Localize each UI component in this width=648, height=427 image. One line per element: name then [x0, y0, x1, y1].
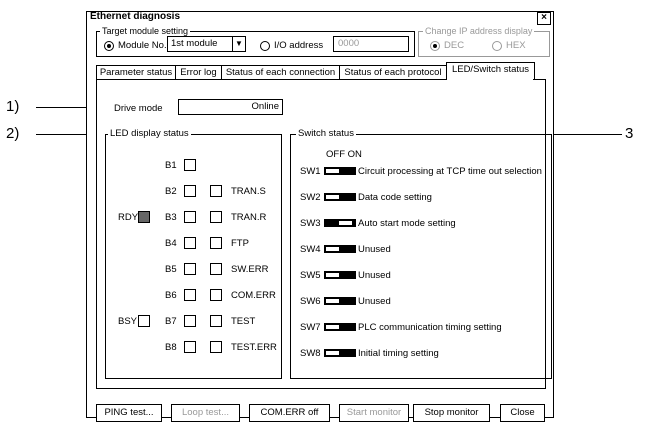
- led-row-b3-name: B3: [165, 212, 177, 223]
- module-no-radio[interactable]: [104, 41, 114, 51]
- close-button[interactable]: Close: [500, 404, 545, 422]
- led-row-b7-name: B7: [165, 316, 177, 327]
- led-row-b3-label: TRAN.R: [231, 212, 267, 223]
- dialog-title: Ethernet diagnosis: [90, 11, 181, 22]
- callout-3: 3: [625, 125, 634, 142]
- tab-page-top-left: [96, 79, 446, 80]
- io-address-value: 0000: [338, 38, 360, 49]
- io-address-label: I/O address: [274, 40, 324, 51]
- led-row-b8-label: TEST.ERR: [231, 342, 277, 353]
- bsy-led: [138, 315, 150, 327]
- switch-row-sw6-desc: Unused: [358, 296, 391, 307]
- led-row-b5-label: SW.ERR: [231, 264, 269, 275]
- dec-label: DEC: [444, 40, 465, 51]
- led-b4-b: [210, 237, 222, 249]
- switch-row-sw4-desc: Unused: [358, 244, 391, 255]
- led-b8-a: [184, 341, 196, 353]
- led-b2-b: [210, 185, 222, 197]
- led-row-b4-label: FTP: [231, 238, 249, 249]
- drive-mode-field: Online: [178, 99, 283, 115]
- module-no-label: Module No.: [118, 40, 167, 51]
- led-b1: [184, 159, 196, 171]
- start-monitor-button[interactable]: Start monitor: [339, 404, 409, 422]
- sw4-indicator: [324, 245, 356, 253]
- switch-row-sw5-name: SW5: [300, 270, 321, 281]
- target-module-group-label: Target module setting: [100, 26, 191, 36]
- close-icon[interactable]: ×: [537, 12, 551, 25]
- led-b5-b: [210, 263, 222, 275]
- sw2-indicator: [324, 193, 356, 201]
- tab-error-log[interactable]: Error log: [175, 65, 222, 80]
- led-b6-a: [184, 289, 196, 301]
- led-row-b8-name: B8: [165, 342, 177, 353]
- led-b3-a: [184, 211, 196, 223]
- drive-mode-label: Drive mode: [114, 103, 163, 114]
- switch-row-sw7-name: SW7: [300, 322, 321, 333]
- led-b4-a: [184, 237, 196, 249]
- sw5-indicator: [324, 271, 356, 279]
- module-select-value: 1st module: [171, 38, 218, 49]
- led-row-b7-label: TEST: [231, 316, 256, 327]
- led-b5-a: [184, 263, 196, 275]
- tab-led-switch-status[interactable]: LED/Switch status: [446, 62, 535, 80]
- switch-row-sw7-desc: PLC communication timing setting: [358, 322, 502, 333]
- com-err-off-button[interactable]: COM.ERR off: [249, 404, 330, 422]
- sw8-indicator: [324, 349, 356, 357]
- switch-row-sw4-name: SW4: [300, 244, 321, 255]
- led-b3-b: [210, 211, 222, 223]
- sw1-indicator: [324, 167, 356, 175]
- stop-monitor-button[interactable]: Stop monitor: [413, 404, 490, 422]
- switch-row-sw1-desc: Circuit processing at TCP time out selec…: [358, 166, 542, 177]
- led-row-b5-name: B5: [165, 264, 177, 275]
- switch-row-sw1-name: SW1: [300, 166, 321, 177]
- sw3-indicator: [324, 219, 356, 227]
- sw7-indicator: [324, 323, 356, 331]
- off-on-label: OFF ON: [326, 149, 362, 160]
- tab-status-each-protocol[interactable]: Status of each protocol: [339, 65, 447, 80]
- dec-radio[interactable]: [430, 41, 440, 51]
- module-select[interactable]: 1st module ▼: [167, 36, 246, 52]
- callout-2: 2): [6, 125, 20, 142]
- switch-row-sw5-desc: Unused: [358, 270, 391, 281]
- tab-parameter-status[interactable]: Parameter status: [96, 65, 176, 80]
- led-row-b6-label: COM.ERR: [231, 290, 276, 301]
- led-row-b6-name: B6: [165, 290, 177, 301]
- tab-page-top-right: [533, 79, 545, 80]
- io-address-input[interactable]: 0000: [333, 36, 409, 52]
- ping-test-button[interactable]: PING test...: [96, 404, 162, 422]
- led-b2-a: [184, 185, 196, 197]
- led-row-b2-name: B2: [165, 186, 177, 197]
- switch-row-sw8-desc: Initial timing setting: [358, 348, 439, 359]
- drive-mode-value: Online: [251, 101, 279, 112]
- switch-group-label: Switch status: [296, 128, 356, 139]
- callout-1: 1): [6, 98, 20, 115]
- switch-row-sw6-name: SW6: [300, 296, 321, 307]
- switch-row-sw3-name: SW3: [300, 218, 321, 229]
- led-b8-b: [210, 341, 222, 353]
- led-b6-b: [210, 289, 222, 301]
- hex-label: HEX: [506, 40, 526, 51]
- bsy-label: BSY: [118, 316, 138, 327]
- switch-row-sw3-desc: Auto start mode setting: [358, 218, 456, 229]
- switch-row-sw2-name: SW2: [300, 192, 321, 203]
- tab-status-each-connection[interactable]: Status of each connection: [221, 65, 340, 80]
- chevron-down-icon[interactable]: ▼: [232, 37, 245, 51]
- hex-radio[interactable]: [492, 41, 502, 51]
- led-row-b4-name: B4: [165, 238, 177, 249]
- led-b7-a: [184, 315, 196, 327]
- change-ip-group-label: Change IP address display: [423, 26, 535, 36]
- rdy-led: [138, 211, 150, 223]
- rdy-label: RDY: [118, 212, 139, 223]
- led-row-b2-label: TRAN.S: [231, 186, 266, 197]
- led-group-label: LED display status: [108, 128, 191, 139]
- led-row-b1-name: B1: [165, 160, 177, 171]
- sw6-indicator: [324, 297, 356, 305]
- switch-row-sw8-name: SW8: [300, 348, 321, 359]
- led-b7-b: [210, 315, 222, 327]
- switch-row-sw2-desc: Data code setting: [358, 192, 432, 203]
- loop-test-button[interactable]: Loop test...: [171, 404, 240, 422]
- io-address-radio[interactable]: [260, 41, 270, 51]
